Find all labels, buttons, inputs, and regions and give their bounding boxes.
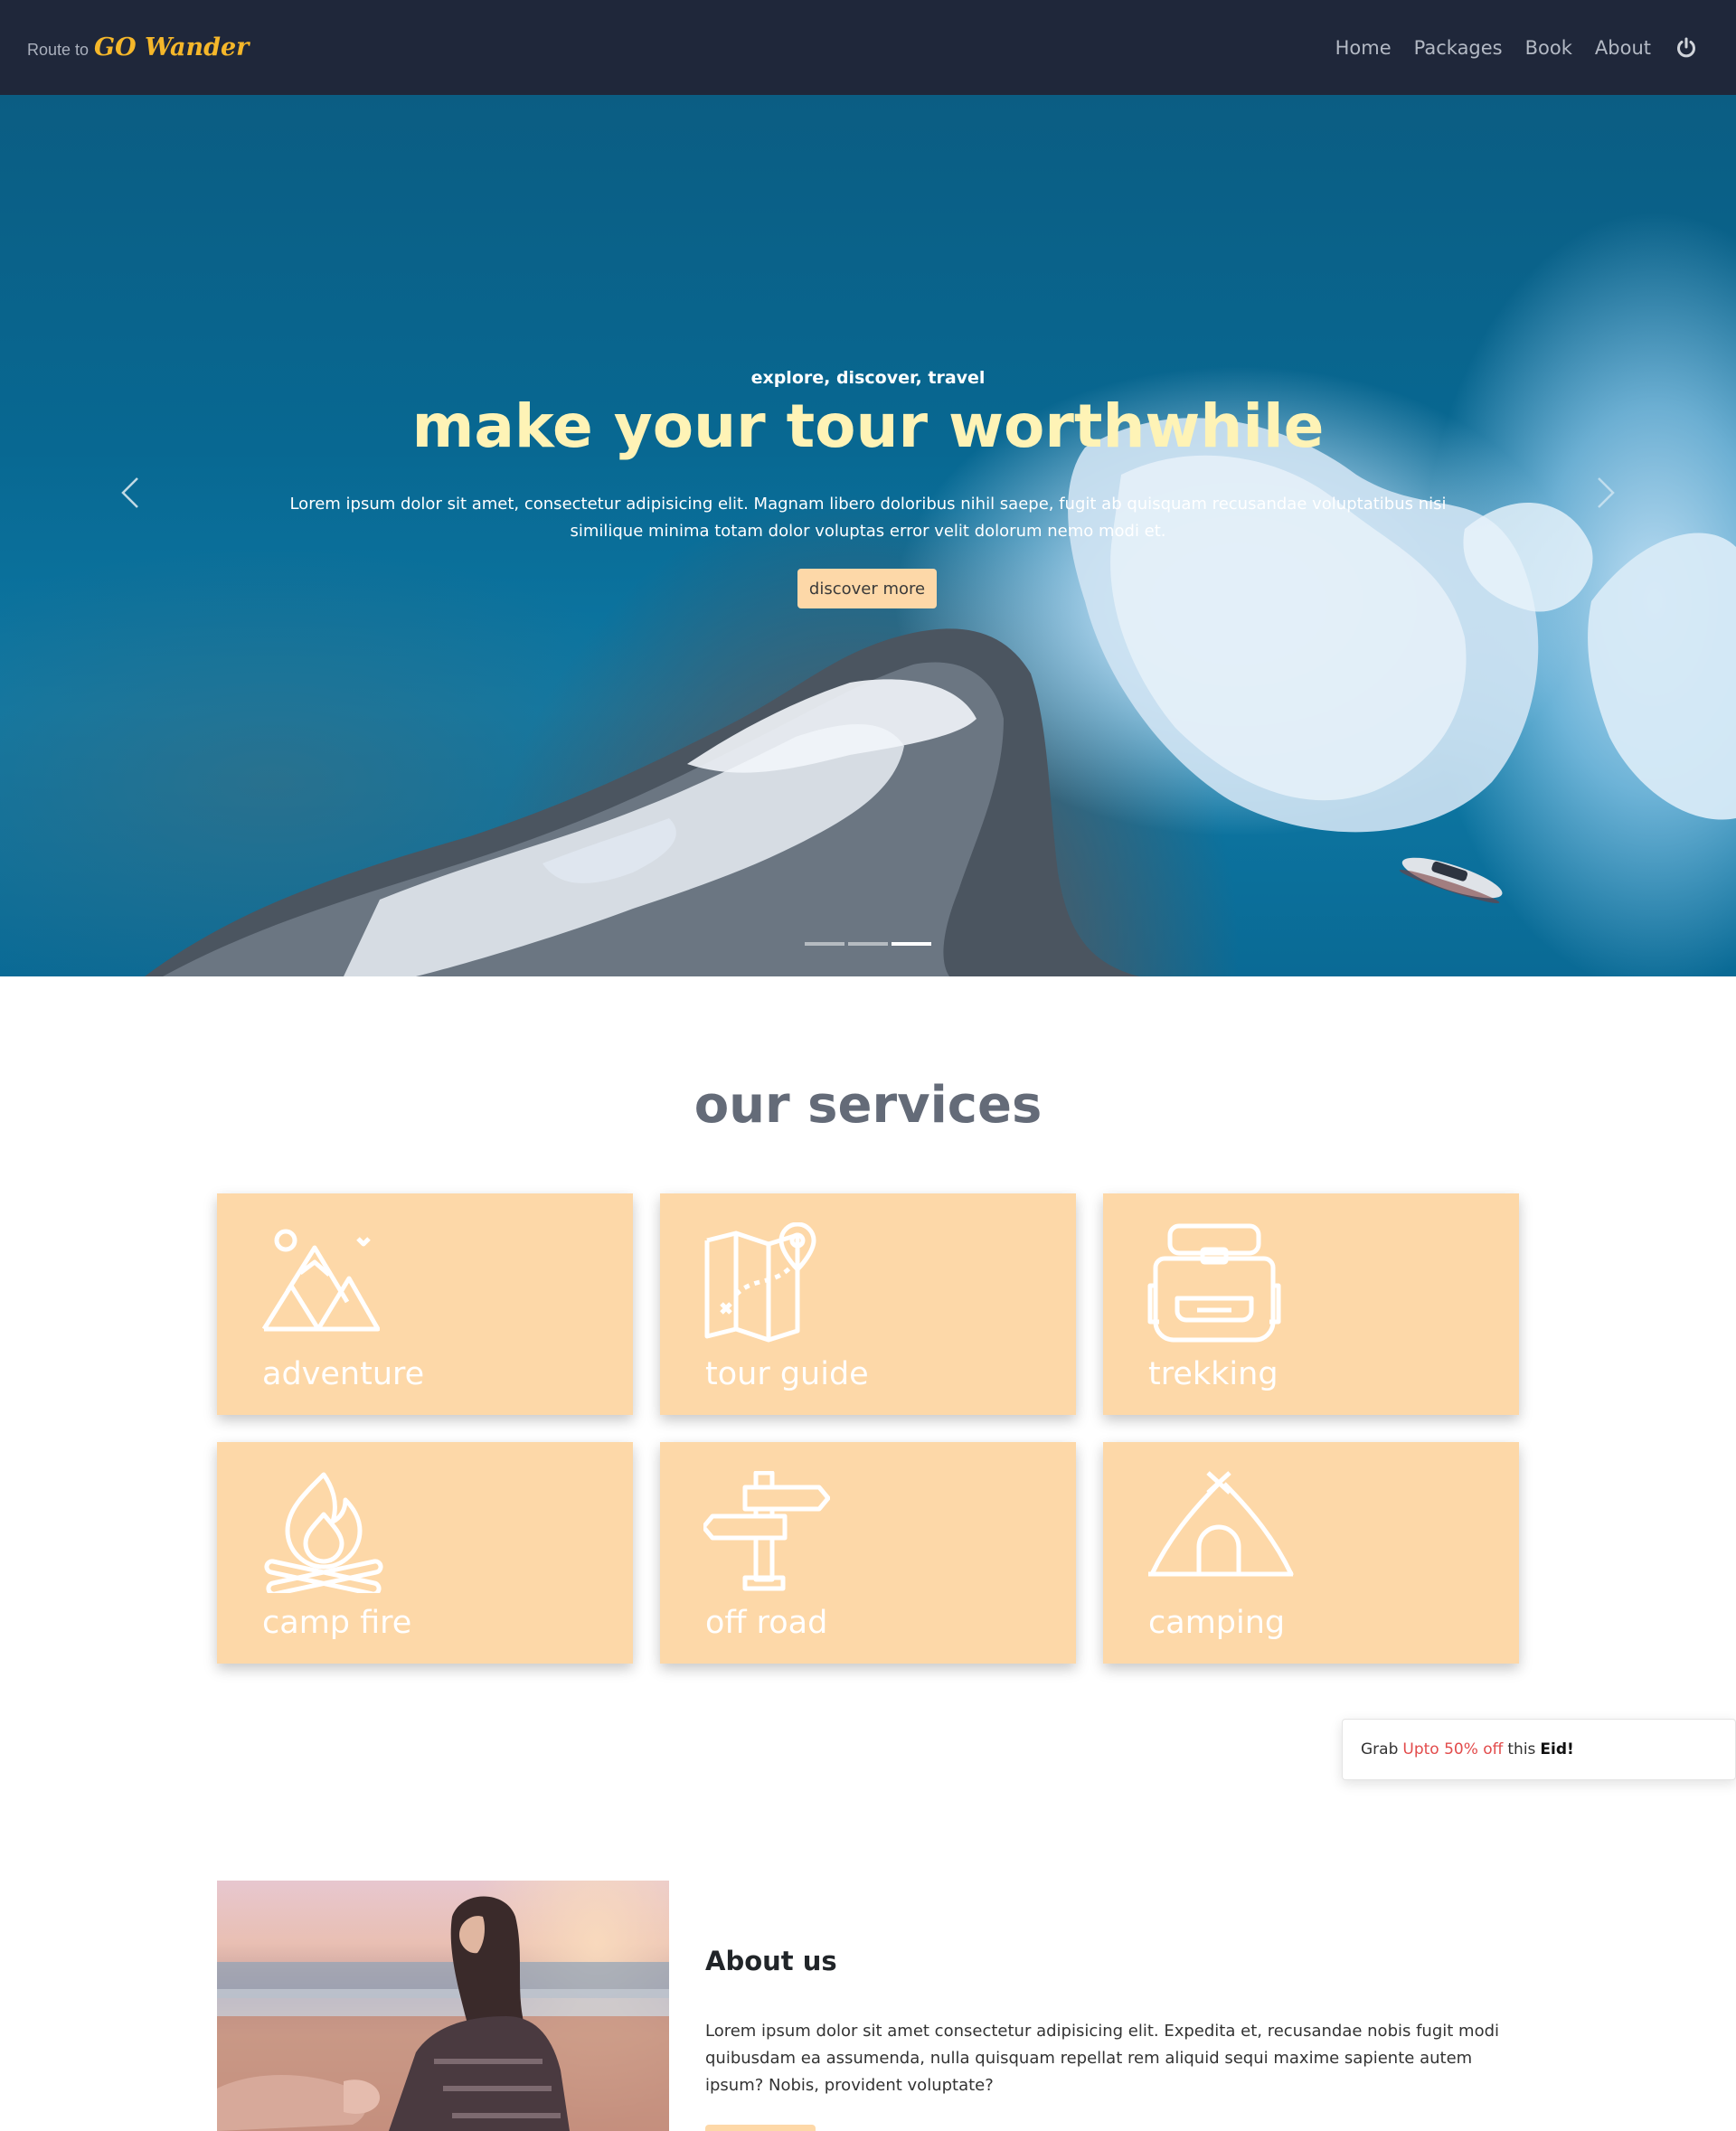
brand-logo[interactable]: Route to GO Wander <box>27 33 249 61</box>
toast-prefix: Grab <box>1361 1740 1399 1759</box>
nav-link-home[interactable]: Home <box>1335 37 1392 59</box>
nav-link-packages[interactable]: Packages <box>1414 37 1503 59</box>
carousel-indicator-3[interactable] <box>892 942 931 946</box>
about-photo-illustration <box>217 1896 669 2131</box>
toast-middle: this <box>1507 1740 1536 1759</box>
brand-prefix: Route to <box>27 41 90 59</box>
brand-name: GO Wander <box>94 33 250 61</box>
chevron-left-icon <box>121 476 139 513</box>
service-label: camping <box>1148 1605 1286 1641</box>
toast-highlight: Upto 50% off <box>1402 1740 1504 1759</box>
power-icon[interactable] <box>1675 36 1698 60</box>
services-title: our services <box>693 1076 1043 1135</box>
service-card-tour-guide[interactable]: tour guide <box>660 1193 1076 1415</box>
carousel-indicators <box>805 942 935 946</box>
discover-more-button[interactable]: discover more <box>797 569 937 608</box>
hero-subtitle: explore, discover, travel <box>750 368 986 388</box>
carousel-prev-button[interactable] <box>112 467 148 522</box>
about-heading: About us <box>705 1946 837 1976</box>
service-label: tour guide <box>705 1356 869 1392</box>
chevron-right-icon <box>1597 476 1615 513</box>
about-read-more-button[interactable] <box>705 2125 816 2131</box>
service-card-off-road[interactable]: off road <box>660 1442 1076 1664</box>
nav-link-about[interactable]: About <box>1595 37 1651 59</box>
hero-title: make your tour worthwhile <box>411 391 1325 461</box>
service-label: trekking <box>1148 1356 1278 1392</box>
service-card-camping[interactable]: camping <box>1103 1442 1519 1664</box>
nav-links: Home Packages Book About <box>1313 36 1709 60</box>
service-card-trekking[interactable]: trekking <box>1103 1193 1519 1415</box>
hero-carousel: explore, discover, travel make your tour… <box>0 95 1736 976</box>
hero-text: Lorem ipsum dolor sit amet, consectetur … <box>289 495 1447 541</box>
carousel-next-button[interactable] <box>1588 467 1624 522</box>
toast-bold: Eid! <box>1540 1740 1574 1759</box>
about-text: Lorem ipsum dolor sit amet consectetur a… <box>705 2022 1500 2095</box>
nav-link-book[interactable]: Book <box>1525 37 1572 59</box>
navbar: Route to GO Wander Home Packages Book Ab… <box>0 0 1736 95</box>
about-photo <box>217 1881 669 2131</box>
service-label: camp fire <box>262 1605 412 1641</box>
service-card-adventure[interactable]: adventure <box>217 1193 633 1415</box>
service-label: off road <box>705 1605 828 1641</box>
service-card-camp-fire[interactable]: camp fire <box>217 1442 633 1664</box>
promo-toast[interactable]: Grab Upto 50% off this Eid! <box>1342 1719 1736 1780</box>
carousel-indicator-1[interactable] <box>805 942 844 946</box>
service-label: adventure <box>262 1356 425 1392</box>
carousel-indicator-2[interactable] <box>848 942 888 946</box>
